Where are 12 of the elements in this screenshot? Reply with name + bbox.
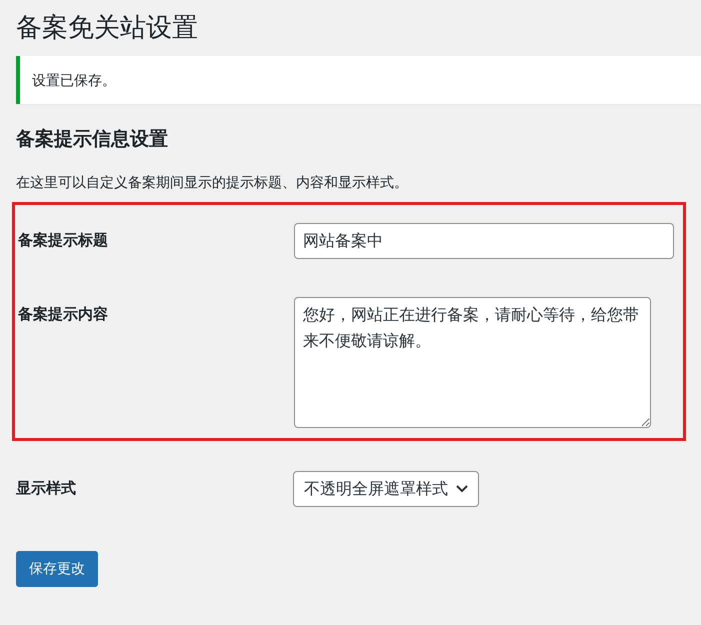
input-field[interactable]: 网站备案中 bbox=[294, 223, 674, 259]
field-label: 显示样式 bbox=[16, 478, 77, 498]
save-button[interactable]: 保存更改 bbox=[16, 551, 98, 587]
textarea-field[interactable]: 您好，网站正在进行备案，请耐心等待，给您带来不便敬请谅解。 bbox=[294, 297, 651, 428]
section-heading: 备案提示信息设置 bbox=[16, 127, 168, 152]
section-description: 在这里可以自定义备案期间显示的提示标题、内容和显示样式。 bbox=[16, 174, 409, 192]
chevron-icon bbox=[456, 485, 468, 493]
field-label: 备案提示标题 bbox=[18, 230, 109, 250]
field-label: 备案提示内容 bbox=[18, 304, 109, 324]
page-title: 备案免关站设置 bbox=[16, 12, 198, 45]
notice-text: 设置已保存。 bbox=[32, 73, 116, 89]
select-dropdown[interactable]: 不透明全屏遮罩样式 bbox=[293, 471, 479, 507]
